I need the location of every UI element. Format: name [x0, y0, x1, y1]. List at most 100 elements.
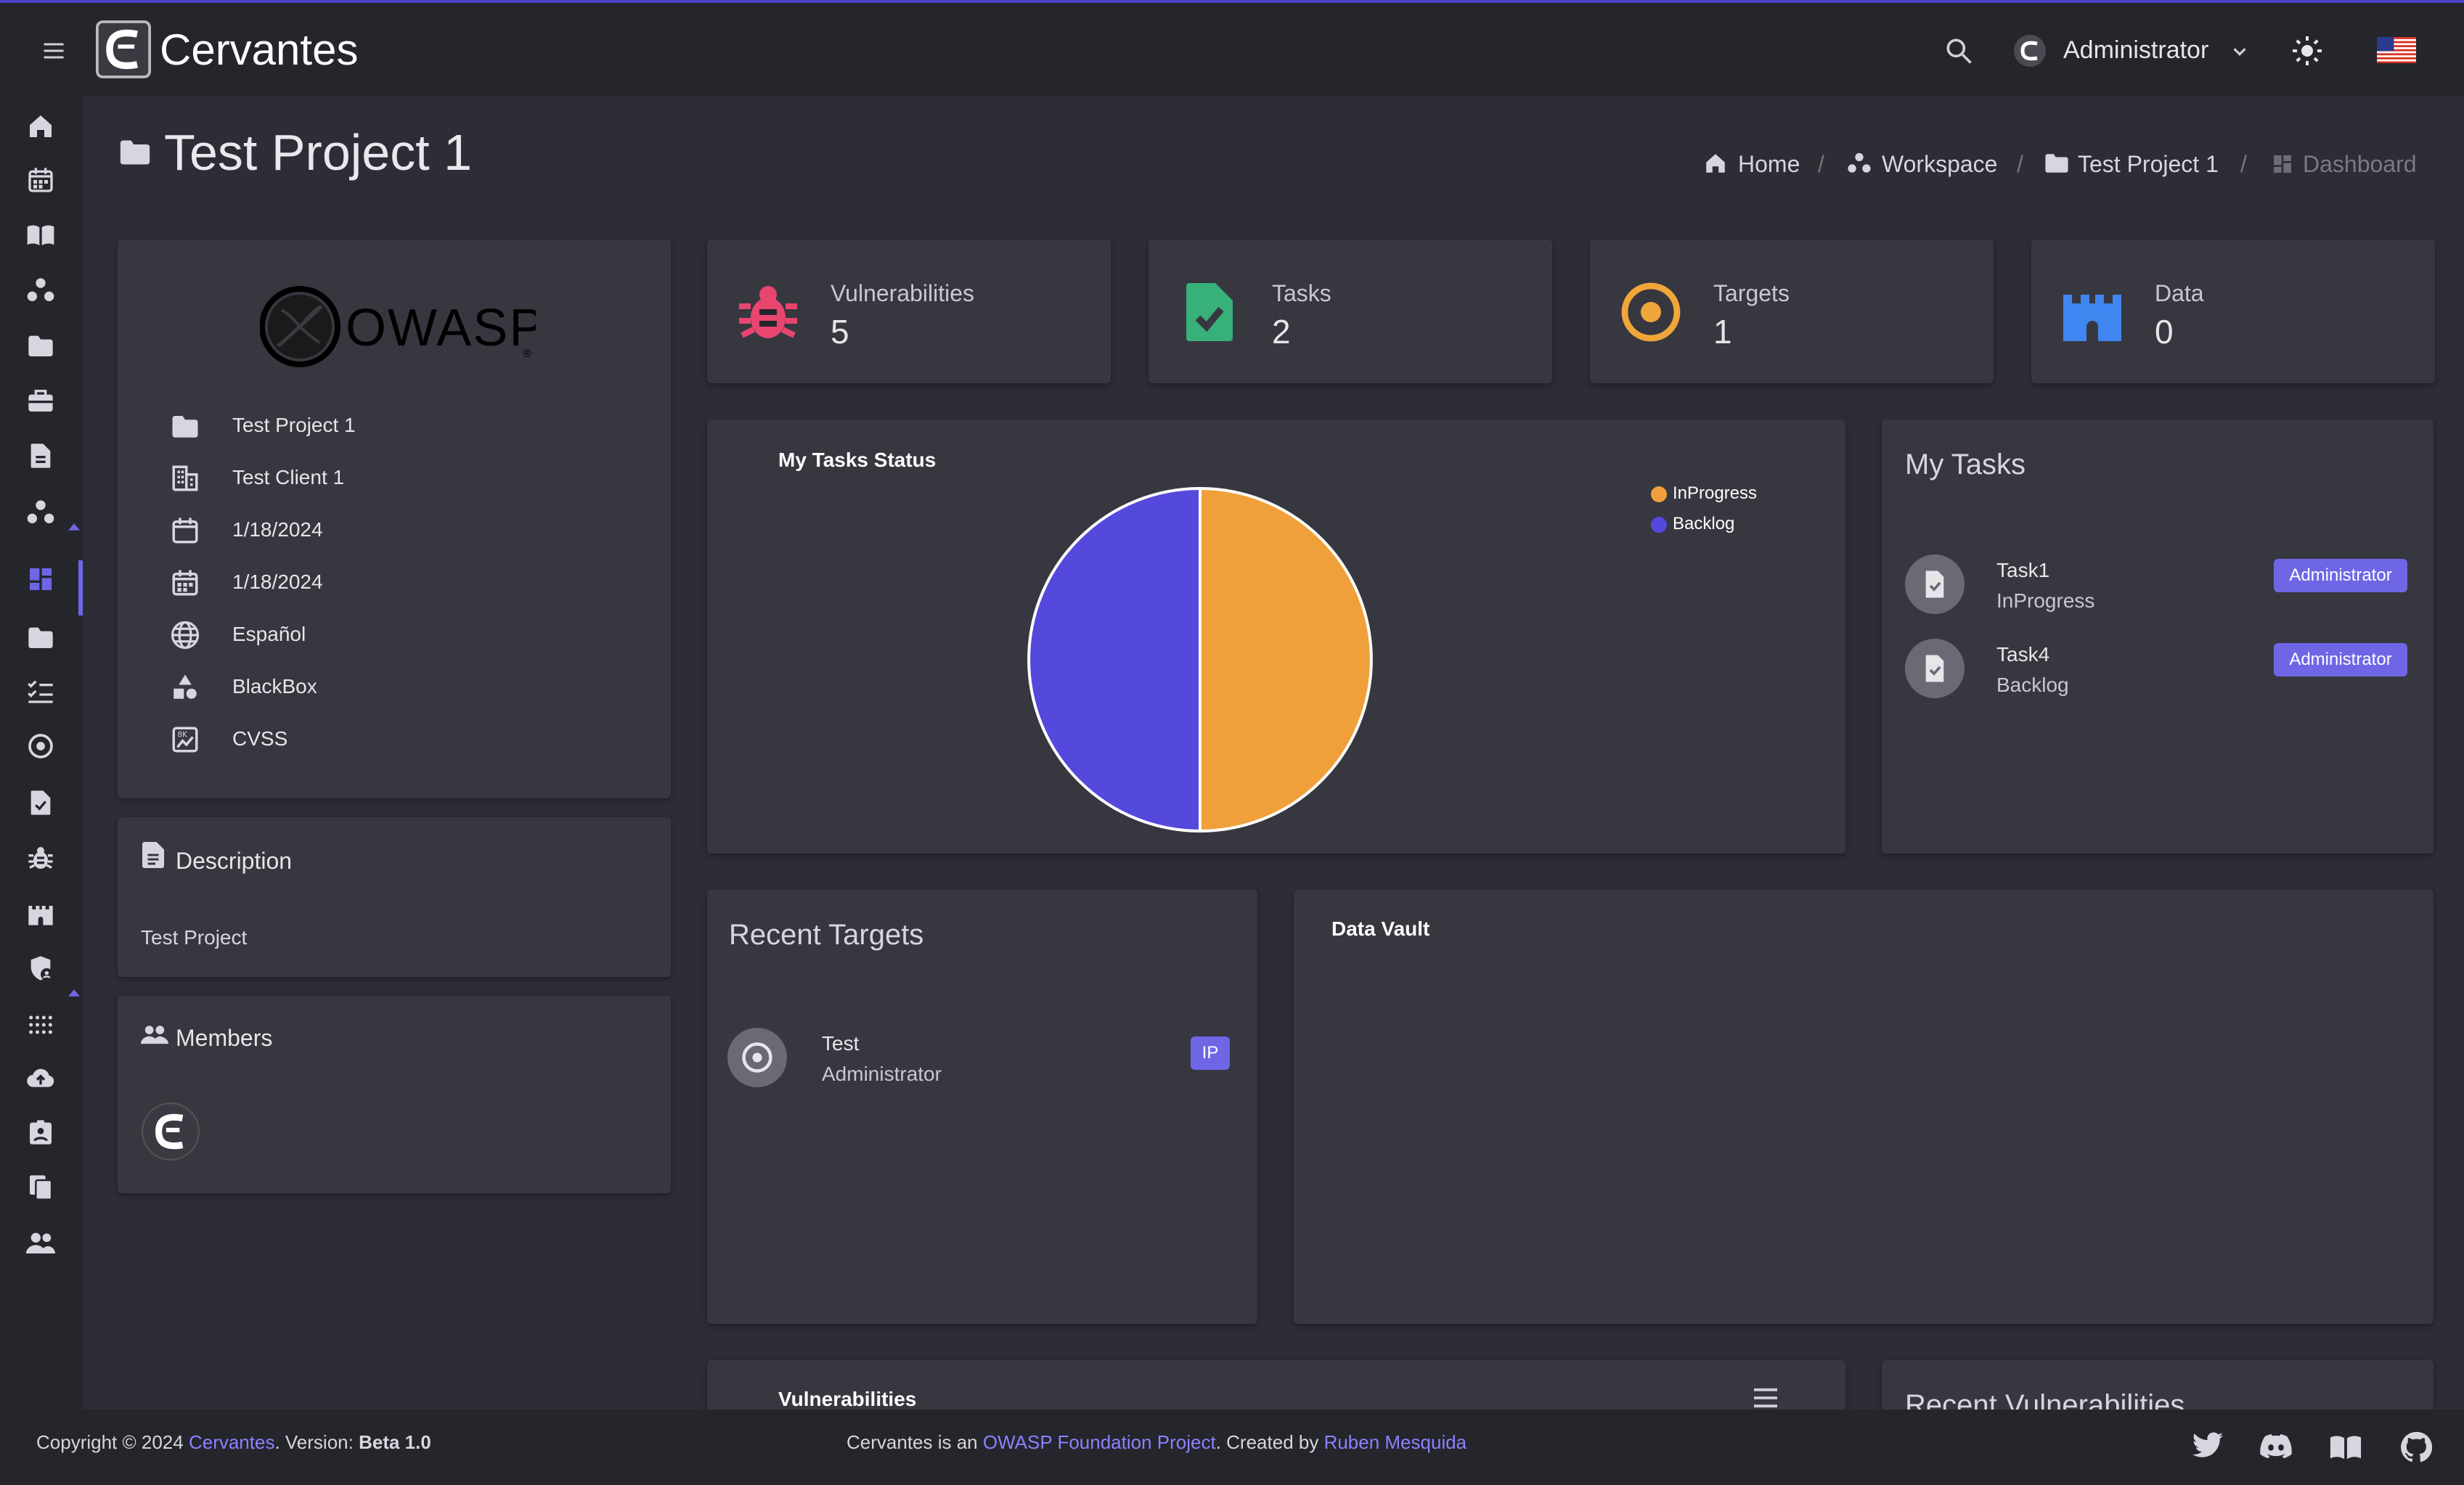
task-list-item[interactable]: Task1 InProgress Administrator: [1882, 555, 2434, 624]
app-title[interactable]: Cervantes: [160, 25, 358, 75]
sidebar-item[interactable]: [0, 491, 78, 534]
detail-value: Test Client 1: [232, 466, 345, 488]
task-list-item[interactable]: Task4 Backlog Administrator: [1882, 639, 2434, 708]
legend-marker: [1651, 486, 1667, 502]
sidebar-item[interactable]: [0, 1057, 78, 1100]
breadcrumb-dashboard: Dashboard: [2303, 151, 2417, 177]
stat-card[interactable]: Vulnerabilities 5: [707, 240, 1111, 383]
description-text: Test Project: [141, 926, 248, 949]
author-link[interactable]: Ruben Mesquida: [1324, 1431, 1467, 1453]
task-assignee-badge: Administrator: [2274, 643, 2407, 676]
pie-slice-inprogress[interactable]: [1199, 486, 1373, 833]
us-flag-icon[interactable]: [2377, 36, 2416, 64]
sidebar-item[interactable]: [0, 615, 78, 659]
footer-copyright: Copyright © 2024 Cervantes. Version: Bet…: [36, 1431, 431, 1454]
shield-icon: [26, 954, 55, 983]
docs-book-icon[interactable]: [2329, 1434, 2362, 1460]
document-icon: [142, 842, 164, 868]
menu-icon[interactable]: [38, 38, 70, 64]
user-avatar[interactable]: [2012, 33, 2047, 68]
sidebar-item[interactable]: [0, 946, 78, 990]
data-vault-title: Data Vault: [1331, 917, 1430, 940]
folder-icon: [119, 138, 151, 167]
sidebar-item[interactable]: [0, 1110, 78, 1154]
theme-toggle-icon[interactable]: [2290, 33, 2325, 68]
sidebar-item[interactable]: [0, 724, 78, 768]
breadcrumb-separator: /: [1818, 151, 1824, 177]
owasp-logo: OWASP ®: [259, 285, 544, 369]
detail-value: 1/18/2024: [232, 518, 323, 541]
task-status: Backlog: [1996, 674, 2069, 696]
sidebar-item[interactable]: [0, 269, 78, 312]
recent-targets-card: Recent Targets Test Administrator IP: [707, 890, 1257, 1324]
search-icon[interactable]: [1943, 35, 1975, 67]
sidebar-item[interactable]: [0, 324, 78, 367]
sidebar-item[interactable]: [0, 379, 78, 422]
calendar-icon: [26, 165, 55, 195]
target-name[interactable]: Test: [822, 1032, 859, 1055]
sidebar-item[interactable]: [0, 213, 78, 257]
twitter-icon[interactable]: [2191, 1431, 2224, 1460]
sidebar-item[interactable]: [0, 781, 78, 825]
sidebar-item[interactable]: [0, 836, 78, 880]
sidebar-item[interactable]: [0, 158, 78, 202]
breadcrumb-workspace[interactable]: Workspace: [1882, 151, 1997, 178]
grid-icon: [26, 1010, 55, 1039]
bug-icon: [26, 843, 55, 872]
breadcrumb-home[interactable]: Home: [1738, 151, 1800, 178]
stat-value: 0: [2155, 313, 2174, 351]
folder-icon[interactable]: [2044, 152, 2069, 174]
tasks-status-chart-card: My Tasks Status InProgress Backlog: [707, 420, 1845, 854]
target-avatar: [727, 1028, 787, 1087]
stat-card[interactable]: Targets 1: [1590, 240, 1994, 383]
cloud-upload-icon: [26, 1064, 55, 1093]
stat-label: Vulnerabilities: [831, 280, 975, 306]
sidebar: [0, 96, 83, 1410]
description-title: Description: [176, 848, 293, 874]
owasp-link[interactable]: OWASP Foundation Project: [983, 1431, 1216, 1453]
task-name[interactable]: Task1: [1996, 559, 2049, 582]
sidebar-item[interactable]: [0, 1166, 78, 1209]
legend-item[interactable]: Backlog: [1651, 511, 1811, 537]
breadcrumb-project[interactable]: Test Project 1: [2078, 151, 2219, 178]
discord-icon[interactable]: [2259, 1434, 2293, 1459]
stat-card[interactable]: Data 0: [2031, 240, 2435, 383]
sidebar-item[interactable]: [0, 669, 78, 713]
task-name[interactable]: Task4: [1996, 643, 2049, 666]
recent-targets-title: Recent Targets: [729, 919, 924, 951]
detail-value: Test Project 1: [232, 414, 356, 436]
task-status: InProgress: [1996, 589, 2095, 612]
checklist-icon: [26, 676, 55, 705]
user-name[interactable]: Administrator: [2063, 36, 2208, 65]
sidebar-item[interactable]: [0, 1221, 78, 1264]
target-icon: [1616, 277, 1686, 347]
sidebar-item[interactable]: [0, 557, 78, 601]
sidebar-item[interactable]: [0, 434, 78, 478]
detail-row: Test Project 1: [170, 409, 605, 444]
detail-value: Español: [232, 623, 306, 645]
workspace-icon[interactable]: [1847, 151, 1872, 176]
home-icon[interactable]: [1703, 151, 1728, 176]
chevron-down-icon[interactable]: [2229, 41, 2251, 62]
sidebar-item[interactable]: [0, 105, 78, 148]
collapse-arrow-icon[interactable]: [68, 523, 80, 531]
pie-slice-backlog[interactable]: [1027, 486, 1202, 833]
detail-value: 1/18/2024: [232, 570, 323, 593]
copy-icon: [26, 1173, 55, 1202]
sidebar-item[interactable]: [0, 891, 78, 935]
sidebar-active-indicator: [78, 560, 83, 615]
chart-menu-icon[interactable]: [1751, 1386, 1780, 1410]
legend-item[interactable]: InProgress: [1651, 480, 1811, 507]
member-avatar[interactable]: [141, 1102, 200, 1161]
sidebar-item[interactable]: [0, 1003, 78, 1047]
dashboard-icon: [26, 565, 55, 594]
detail-row: 1/18/2024: [170, 514, 605, 549]
github-icon[interactable]: [2400, 1431, 2432, 1463]
collapse-arrow-icon[interactable]: [68, 989, 80, 997]
project-info-card: OWASP ® Test Project 1 Test Client 1 1/18/…: [118, 240, 671, 798]
stat-card[interactable]: Tasks 2: [1149, 240, 1552, 383]
members-title: Members: [176, 1025, 273, 1051]
app-link[interactable]: Cervantes: [189, 1431, 275, 1453]
breadcrumb-separator: /: [2240, 151, 2247, 177]
app-logo[interactable]: [96, 20, 151, 78]
